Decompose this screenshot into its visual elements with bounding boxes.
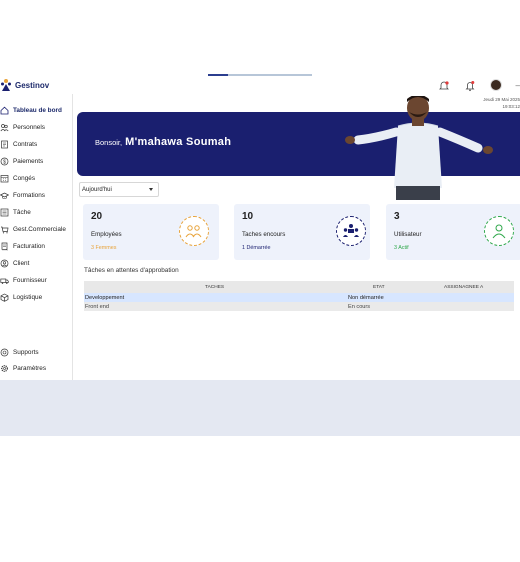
period-select-value: Aujourd'hui [82,186,112,193]
notification-icon[interactable] [438,79,450,91]
logistics-icon [0,293,9,302]
sidebar-item-formations[interactable]: Formations [0,188,45,202]
stat-card-users[interactable]: 3 Utilisateur 3 Actif [386,204,520,260]
sidebar: Tableau de bord Personnels Contrats $ Pa… [0,94,73,380]
app-name: Gestinov [15,80,50,90]
greeting-text: Bonsoir, [95,138,123,147]
sidebar-item-label: Fournisseur [13,276,47,284]
stat-label: Employées [91,231,122,238]
pending-tasks-title: Tâches en attentes d'approbation [84,267,179,274]
sidebar-item-label: Gest.Commerciale [13,225,66,233]
commerce-icon [0,225,9,234]
sidebar-item-contrats[interactable]: Contrats [0,137,37,151]
stat-label: Utilisateur [394,231,422,238]
support-icon [0,348,9,357]
stat-card-employees[interactable]: 20 Employées 3 Femmes [83,204,219,260]
sidebar-item-paiements[interactable]: $ Paiements [0,154,43,168]
column-header-etat[interactable]: ETAT [373,285,385,290]
task-state-cell: En cours [348,303,371,310]
sidebar-item-tableau-de-bord[interactable]: Tableau de bord [0,103,62,117]
user-icon [484,216,514,246]
table-header: TACHES ETAT ASSIGNAGNEE A [84,281,514,293]
user-avatar[interactable] [489,79,502,91]
footer-area [0,380,520,436]
sidebar-item-label: Congés [13,174,36,182]
stat-value: 10 [242,211,254,222]
welcome-illustration [336,94,500,200]
sidebar-item-label: Contrats [13,140,38,148]
sidebar-item-label: Facturation [13,242,45,250]
client-icon [0,259,9,268]
sidebar-item-label: Supports [13,348,39,356]
user-name: M'mahawa Soumah [125,136,232,148]
sidebar-item-label: Formations [13,191,45,199]
period-select[interactable]: Aujourd'hui [79,182,159,197]
contract-icon [0,140,9,149]
sidebar-item-tache[interactable]: Tâche [0,205,31,219]
sidebar-item-gest-commerciale[interactable]: Gest.Commerciale [0,222,66,236]
sidebar-item-fournisseur[interactable]: Fournisseur [0,273,47,287]
supplier-icon [0,276,9,285]
chevron-down-icon [149,188,153,191]
stat-label: Taches encours [242,231,286,238]
home-icon [0,106,9,115]
sidebar-item-label: Tâche [13,208,31,216]
users-icon [0,123,9,132]
minimize-icon[interactable]: – [516,81,520,90]
sidebar-item-label: Paiements [13,157,44,165]
stat-value: 20 [91,211,103,222]
stat-sub: 3 Actif [394,245,409,251]
tasks-team-icon [336,216,366,246]
invoice-icon [0,242,9,251]
sidebar-item-label: Client [13,259,30,267]
sidebar-item-client[interactable]: Client [0,256,29,270]
task-state-cell: Non démarrée [348,294,384,301]
stat-card-tasks[interactable]: 10 Taches encours 1 Démarrée [234,204,370,260]
sidebar-item-label: Paramètres [13,364,47,372]
sidebar-item-logistique[interactable]: Logistique [0,290,42,304]
pending-tasks-table: TACHES ETAT ASSIGNAGNEE A Developpement … [84,281,514,311]
column-header-taches[interactable]: TACHES [205,285,224,290]
sidebar-item-facturation[interactable]: Facturation [0,239,45,253]
employees-icon [179,216,209,246]
task-name-cell: Developpement [85,294,125,301]
settings-icon [0,364,9,373]
money-icon: $ [0,157,9,166]
sidebar-item-personnels[interactable]: Personnels [0,120,45,134]
sidebar-item-supports[interactable]: Supports [0,345,39,359]
column-header-assignee[interactable]: ASSIGNAGNEE A [444,285,483,290]
stat-sub: 3 Femmes [91,245,117,251]
logo-icon [0,78,12,92]
graduation-icon [0,191,9,200]
greeting: Bonsoir, M'mahawa Soumah [95,136,231,148]
task-icon [0,208,9,217]
bell-icon[interactable] [464,79,476,92]
sidebar-item-label: Tableau de bord [13,106,62,114]
sidebar-item-parametres[interactable]: Paramètres [0,361,46,375]
sidebar-item-label: Personnels [13,123,45,131]
task-name-cell: Front end [85,303,109,310]
svg-text:$: $ [3,159,6,165]
app-window: Gestinov – Jeudi 29 Mai 2025 19:03:12 Ta… [0,76,520,436]
table-row[interactable]: Developpement Non démarrée [84,293,514,302]
table-row[interactable]: Front end En cours [84,302,514,311]
sidebar-item-conges[interactable]: Congés [0,171,35,185]
stat-sub: 1 Démarrée [242,245,271,251]
logo[interactable]: Gestinov [0,78,49,92]
calendar-icon [0,174,9,183]
stat-value: 3 [394,211,400,222]
sidebar-item-label: Logistique [13,293,43,301]
top-bar: Gestinov – [0,76,520,94]
